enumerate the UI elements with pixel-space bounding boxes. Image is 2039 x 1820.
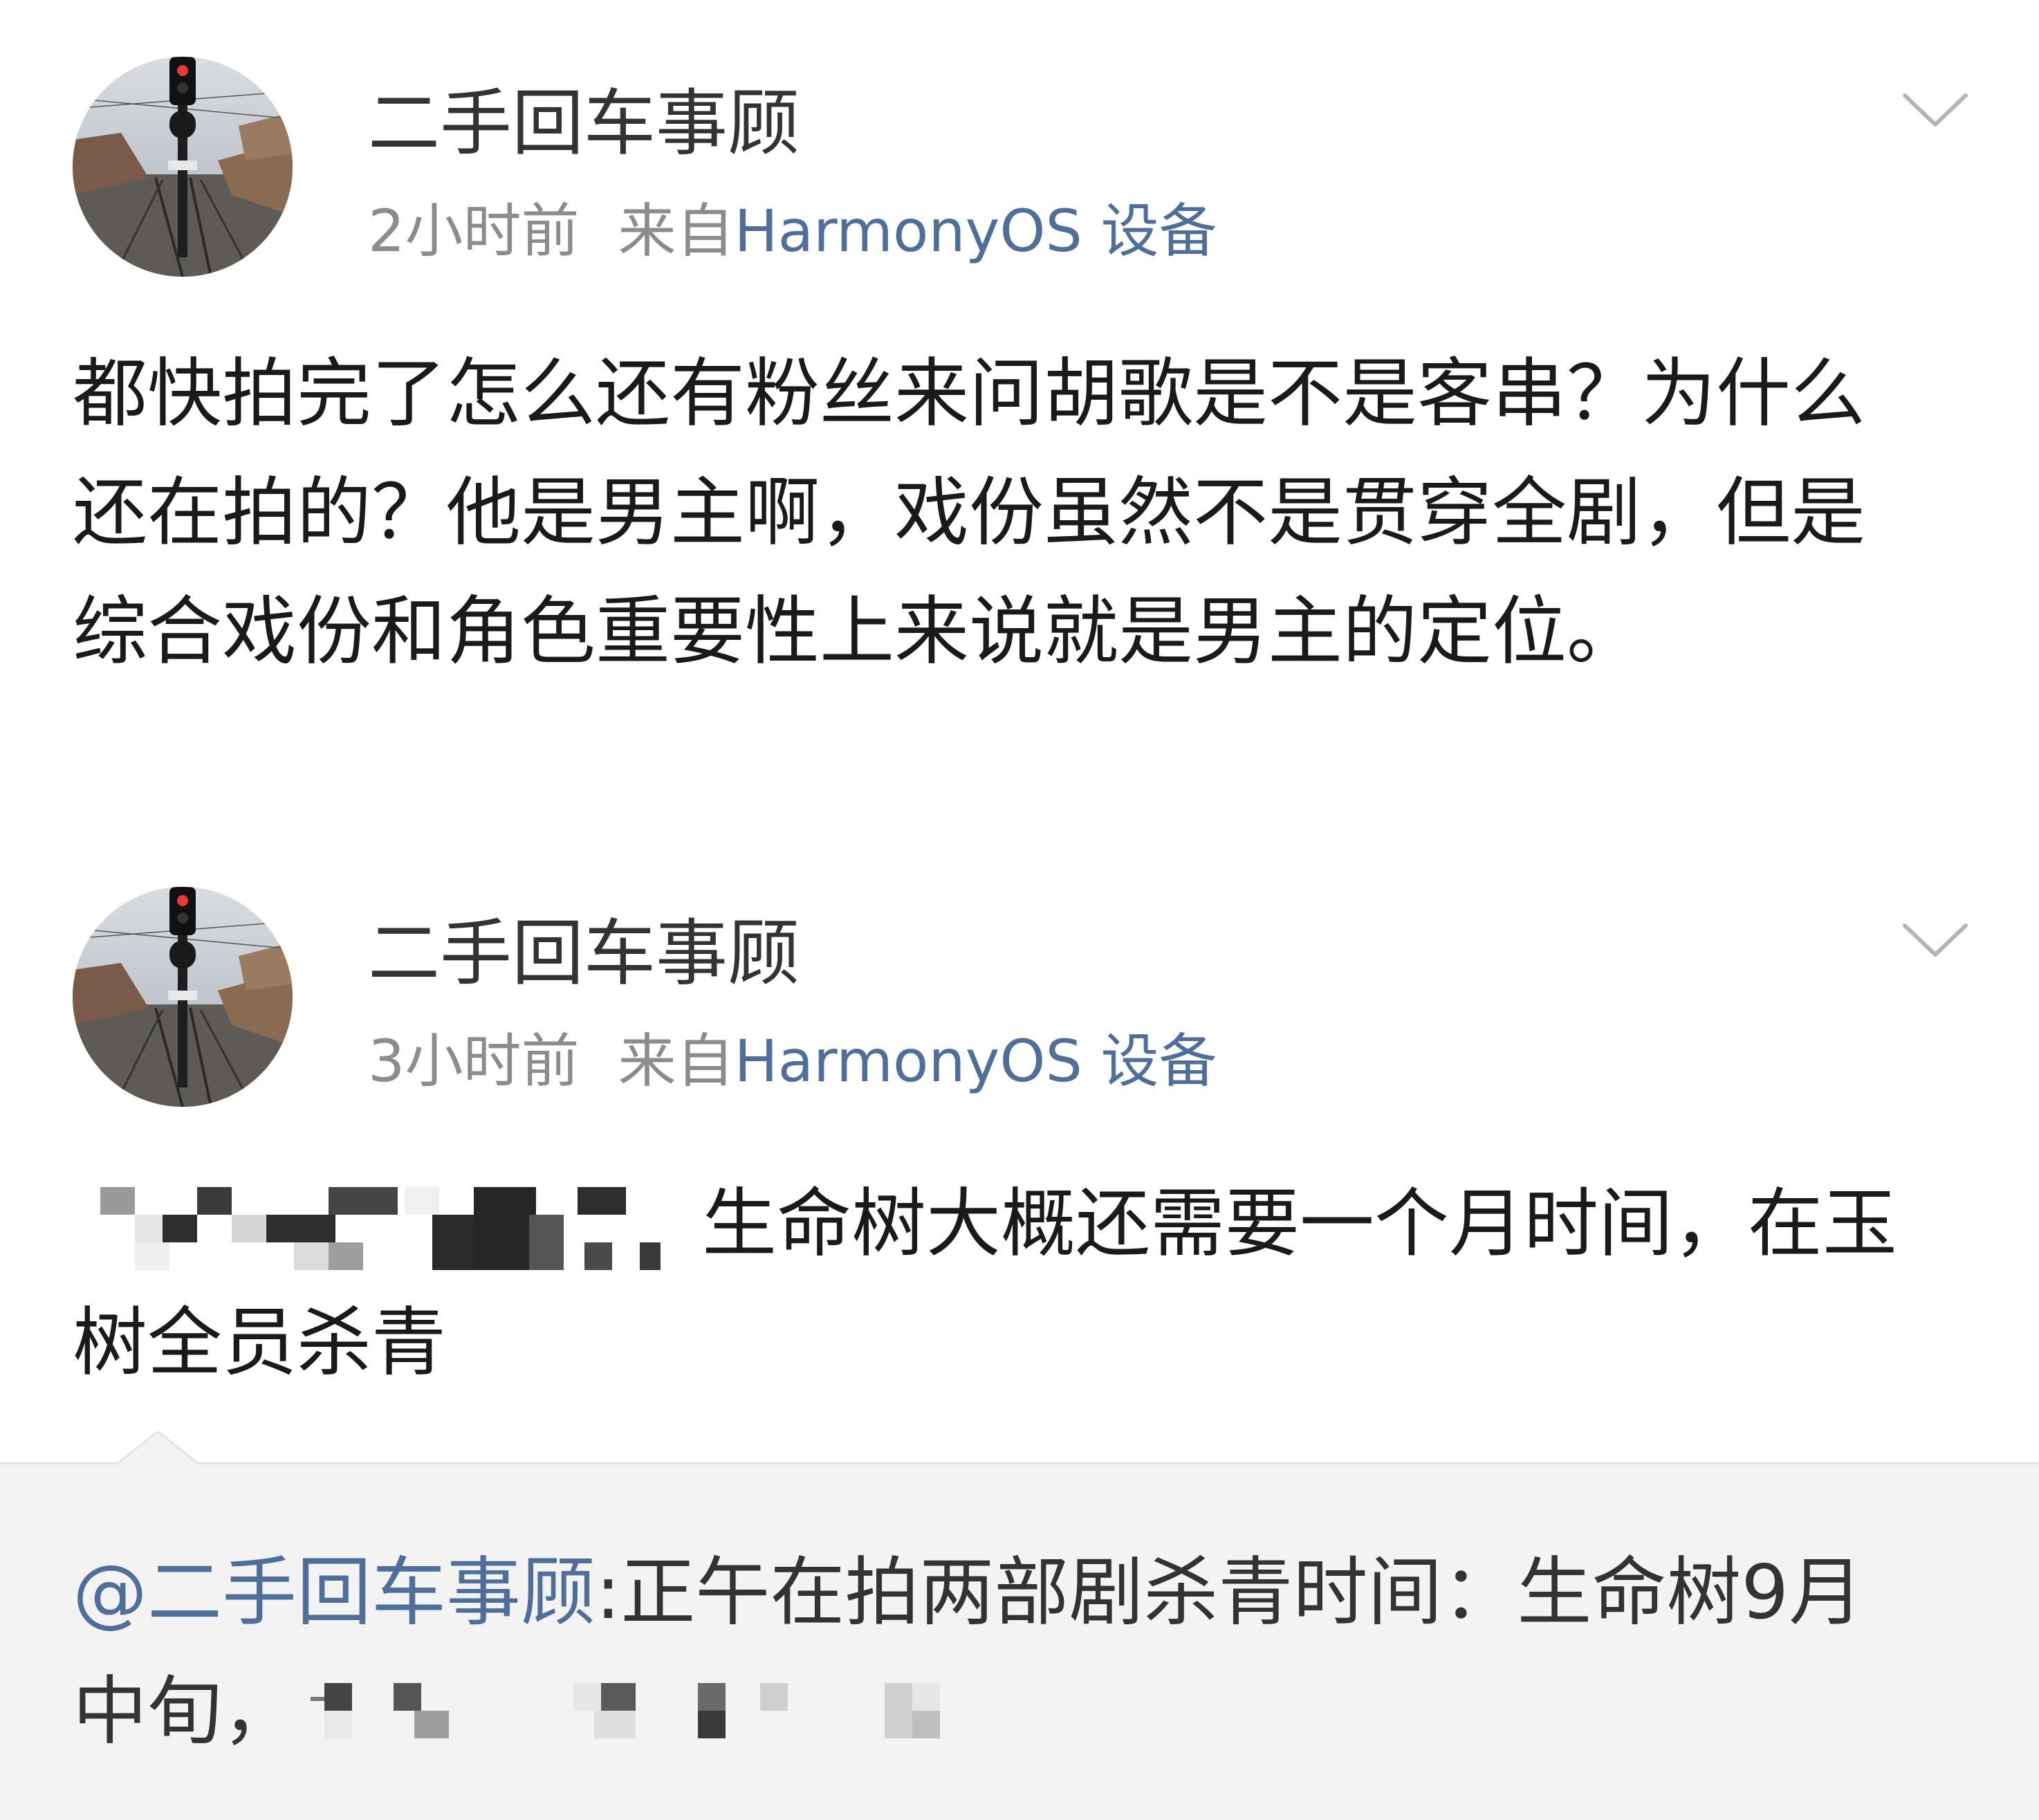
redacted-mosaic: [311, 1675, 988, 1758]
post-meta: 2小时前 来自HarmonyOS 设备: [368, 196, 1217, 266]
avatar[interactable]: [73, 57, 293, 277]
source-device-link[interactable]: HarmonyOS 设备: [734, 197, 1217, 265]
post-time: 2小时前: [368, 197, 580, 265]
post-body: 生命树大概还需要一个月时间，在玉树全员杀青: [73, 1165, 1912, 1403]
redacted-mosaic: [73, 1180, 681, 1277]
post-time: 3小时前: [368, 1027, 580, 1095]
chevron-down-icon[interactable]: [1901, 920, 1970, 962]
mention-link[interactable]: @二手回车事顾: [73, 1550, 596, 1636]
source-prefix: 来自: [618, 197, 735, 265]
username[interactable]: 二手回车事顾: [368, 912, 800, 995]
quote-line-1: :正午在拍两部剧杀青时间：生命树9月: [596, 1550, 1864, 1636]
weibo-comment-screen: 二手回车事顾 2小时前 来自HarmonyOS 设备 都快拍完了怎么还有粉丝来问胡…: [0, 0, 2039, 1820]
source-device-link[interactable]: HarmonyOS 设备: [734, 1027, 1217, 1095]
quoted-post[interactable]: @二手回车事顾:正午在拍两部剧杀青时间：生命树9月 中旬，: [0, 1431, 2039, 1820]
chevron-down-icon[interactable]: [1901, 90, 1970, 131]
quote-text: @二手回车事顾:正午在拍两部剧杀青时间：生命树9月 中旬，: [73, 1534, 1968, 1772]
post-meta: 3小时前 来自HarmonyOS 设备: [368, 1027, 1217, 1096]
quote-line-2: 中旬，: [73, 1669, 297, 1755]
username[interactable]: 二手回车事顾: [368, 82, 800, 165]
source-prefix: 来自: [618, 1027, 735, 1095]
post-body: 都快拍完了怎么还有粉丝来问胡歌是不是客串？为什么还在拍的？他是男主啊，戏份虽然不…: [73, 351, 1866, 675]
avatar[interactable]: [73, 887, 293, 1107]
